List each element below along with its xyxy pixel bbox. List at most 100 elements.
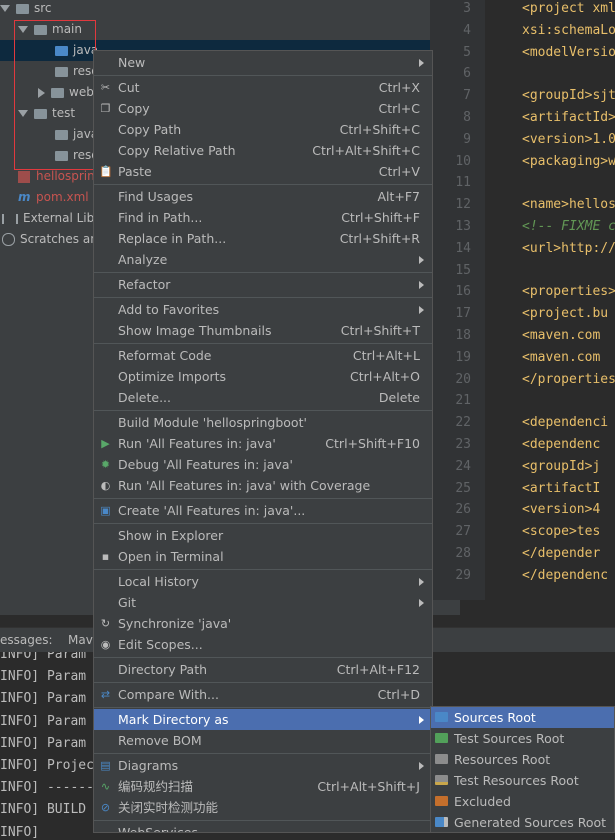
menu-item-copy-relative-path[interactable]: Copy Relative Path Ctrl+Alt+Shift+C [94,140,432,161]
menu-item-cut[interactable]: ✂ Cut Ctrl+X [94,77,432,98]
tree-item-src[interactable]: src [0,0,52,19]
test-sources-folder-icon [435,733,448,743]
code-line: <properties> [522,284,615,300]
submenu-item-test-resources-root[interactable]: Test Resources Root [431,770,614,791]
menu-separator [94,498,432,499]
menu-item-paste[interactable]: 📋 Paste Ctrl+V [94,161,432,182]
menu-item-show-image-thumbnails[interactable]: Show Image Thumbnails Ctrl+Shift+T [94,320,432,341]
code-line: <name>hellos [522,197,615,213]
resources-folder-icon [435,754,448,764]
code-line: <!-- FIXME c [522,219,615,234]
folder-icon [16,3,29,14]
debug-icon: ✹ [100,458,111,471]
menu-item-analyze[interactable]: Analyze [94,249,432,270]
menu-item-compare-with[interactable]: ⇄ Compare With... Ctrl+D [94,684,432,705]
context-menu: New ✂ Cut Ctrl+X ❐ Copy Ctrl+C Copy Path Ctrl… [93,50,433,833]
line-number: 12 [455,197,471,213]
menu-item-code-scan[interactable]: ∿ 编码规约扫描 Ctrl+Alt+Shift+J [94,776,432,797]
scratches-icon [2,233,15,246]
editor-gutter: 3 4 5 6 7 8 9 10 11 12 13 14 15 16 17 18 19 20 21 22 23 24 25 2… [430,0,485,600]
menu-separator [94,707,432,708]
log-line: INFO] [0,824,40,840]
menu-item-webservices[interactable]: WebServices [94,822,432,832]
line-number: 9 [463,131,471,147]
tree-item-scratches[interactable]: Scratches and [2,229,105,250]
log-line: INFO] Param [0,691,87,707]
submenu-item-excluded[interactable]: Excluded [431,791,614,812]
submenu-arrow-icon [419,306,424,314]
menu-item-find-in-path[interactable]: Find in Path... Ctrl+Shift+F [94,207,432,228]
code-editor[interactable]: <project xmln xsi:schemaLo <modelVersio … [486,0,615,600]
submenu-item-generated-sources-root[interactable]: Generated Sources Root [431,812,614,833]
menu-item-reformat-code[interactable]: Reformat Code Ctrl+Alt+L [94,345,432,366]
menu-item-mark-directory-as[interactable]: Mark Directory as [94,709,432,730]
menu-item-open-in-terminal[interactable]: ▪ Open in Terminal [94,546,432,567]
code-line: <packaging>w [522,153,615,169]
code-line: <project xmln [522,1,615,16]
submenu-item-sources-root[interactable]: Sources Root [431,707,614,728]
submenu-arrow-icon [419,762,424,770]
code-line: <dependenci [522,415,609,431]
code-line: <dependenc [522,437,601,452]
menu-item-directory-path[interactable]: Directory Path Ctrl+Alt+F12 [94,659,432,680]
code-line: </properties [522,371,615,387]
code-line: <artifactI [522,480,601,496]
libraries-icon [2,213,18,224]
menu-item-diagrams[interactable]: ▤ Diagrams [94,755,432,776]
create-icon: ▣ [100,504,111,517]
menu-item-add-to-favorites[interactable]: Add to Favorites [94,299,432,320]
menu-item-run-with-coverage[interactable]: ◐ Run 'All Features in: java' with Covera… [94,475,432,496]
terminal-icon: ▪ [101,550,110,563]
menu-item-run[interactable]: ▶ Run 'All Features in: java' Ctrl+Shift+F… [94,433,432,454]
tab-maven[interactable]: Mav [68,633,93,647]
code-line: <project.bu [522,306,609,322]
menu-separator [94,272,432,273]
submenu-item-test-sources-root[interactable]: Test Sources Root [431,728,614,749]
menu-item-new[interactable]: New [94,52,432,73]
menu-item-find-usages[interactable]: Find Usages Alt+F7 [94,186,432,207]
menu-separator [94,569,432,570]
menu-item-refactor[interactable]: Refactor [94,274,432,295]
menu-separator [94,343,432,344]
menu-item-optimize-imports[interactable]: Optimize Imports Ctrl+Alt+O [94,366,432,387]
menu-item-git[interactable]: Git [94,592,432,613]
line-number: 26 [455,502,471,518]
menu-item-copy-path[interactable]: Copy Path Ctrl+Shift+C [94,119,432,140]
menu-item-replace-in-path[interactable]: Replace in Path... Ctrl+Shift+R [94,228,432,249]
menu-separator [94,297,432,298]
code-line: <maven.com [522,328,601,343]
paste-icon: 📋 [99,165,113,178]
cut-icon: ✂ [100,81,111,94]
menu-item-build-module[interactable]: Build Module 'hellospringboot' [94,412,432,433]
line-number: 21 [455,393,471,409]
line-number: 11 [455,175,471,191]
menu-item-delete[interactable]: Delete... Delete [94,387,432,408]
menu-item-create-config[interactable]: ▣ Create 'All Features in: java'... [94,500,432,521]
menu-item-local-history[interactable]: Local History [94,571,432,592]
menu-item-show-in-explorer[interactable]: Show in Explorer [94,525,432,546]
tab-messages[interactable]: essages: [0,633,53,647]
menu-item-remove-bom[interactable]: Remove BOM [94,730,432,751]
submenu-item-resources-root[interactable]: Resources Root [431,749,614,770]
menu-item-close-realtime-detect[interactable]: ⊘ 关闭实时检测功能 [94,797,432,818]
scan-icon: ∿ [100,780,111,793]
menu-item-edit-scopes[interactable]: ◉ Edit Scopes... [94,634,432,655]
menu-item-synchronize[interactable]: ↻ Synchronize 'java' [94,613,432,634]
tree-item-external-libraries[interactable]: External Libra [2,208,107,229]
maven-icon: m [18,190,31,204]
line-number: 17 [455,306,471,322]
line-number: 16 [455,284,471,300]
code-line: </dependenc [522,567,609,583]
line-number: 14 [455,240,471,256]
copy-icon: ❐ [100,102,111,115]
excluded-folder-icon [435,796,448,806]
menu-item-debug[interactable]: ✹ Debug 'All Features in: java' [94,454,432,475]
log-line: INFO] ------- [0,780,102,796]
menu-item-copy[interactable]: ❐ Copy Ctrl+C [94,98,432,119]
log-line: INFO] Projec [0,758,94,773]
submenu-arrow-icon [419,59,424,67]
expand-arrow-icon[interactable] [0,5,10,12]
tree-item-pom[interactable]: m pom.xml [18,187,89,208]
code-line: <groupId>j [522,458,601,474]
line-number: 19 [455,349,471,365]
